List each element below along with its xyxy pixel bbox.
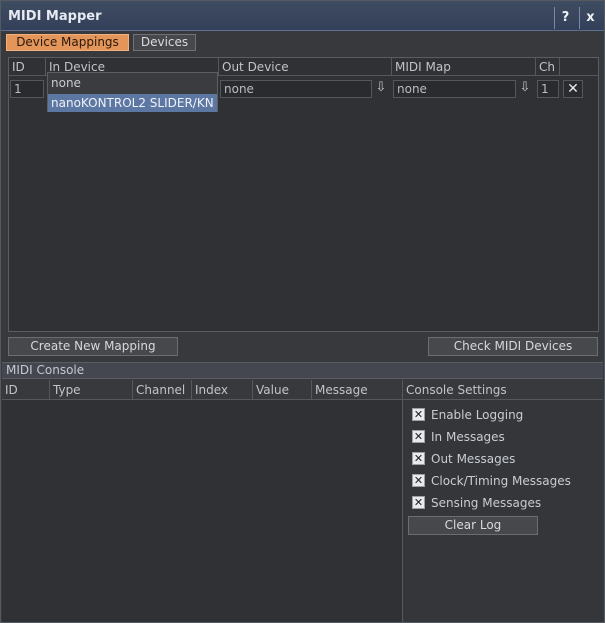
help-button[interactable]: ? <box>554 7 576 29</box>
console-column-index: Index <box>192 380 253 400</box>
out-messages-label: Out Messages <box>431 452 516 466</box>
midi-console-header: MIDI Console <box>2 362 603 379</box>
column-header-midi-map: MIDI Map <box>392 58 536 76</box>
console-column-channel: Channel <box>133 380 192 400</box>
clear-log-button[interactable]: Clear Log <box>408 516 538 535</box>
console-settings-panel: ✕ Enable Logging ✕ In Messages ✕ Out Mes… <box>404 400 603 622</box>
dropdown-option-nanokontrol2[interactable]: nanoKONTROL2 SLIDER/KN <box>48 94 217 112</box>
close-window-button[interactable]: x <box>579 7 601 29</box>
out-messages-checkbox[interactable]: ✕ <box>412 452 425 465</box>
out-device-down-arrow-icon[interactable]: ⇩ <box>372 80 390 98</box>
channel-field[interactable]: 1 <box>537 80 559 98</box>
check-midi-devices-button[interactable]: Check MIDI Devices <box>428 337 598 356</box>
sensing-messages-label: Sensing Messages <box>431 496 542 510</box>
tab-device-mappings[interactable]: Device Mappings <box>6 34 129 51</box>
sensing-messages-checkbox[interactable]: ✕ <box>412 496 425 509</box>
column-header-id: ID <box>9 58 46 76</box>
enable-logging-label: Enable Logging <box>431 408 524 422</box>
mappings-panel: ID In Device Out Device MIDI Map Ch 1 no… <box>8 57 599 332</box>
column-header-out-device: Out Device <box>219 58 392 76</box>
midi-mapper-window: MIDI Mapper ? x Device Mappings Devices … <box>0 0 605 623</box>
column-header-channel: Ch <box>536 58 560 76</box>
enable-logging-checkbox[interactable]: ✕ <box>412 408 425 421</box>
console-settings-title: Console Settings <box>403 380 603 400</box>
clock-timing-messages-label: Clock/Timing Messages <box>431 474 571 488</box>
console-column-value: Value <box>253 380 312 400</box>
console-column-message: Message <box>312 380 403 400</box>
in-messages-label: In Messages <box>431 430 505 444</box>
column-header-spacer <box>560 58 598 76</box>
midi-map-select[interactable]: none <box>393 80 516 98</box>
midi-map-down-arrow-icon[interactable]: ⇩ <box>516 80 534 98</box>
in-device-dropdown[interactable]: none nanoKONTROL2 SLIDER/KN <box>47 72 218 112</box>
out-device-select[interactable]: none <box>220 80 372 98</box>
console-column-id: ID <box>2 380 50 400</box>
create-new-mapping-button[interactable]: Create New Mapping <box>8 337 178 356</box>
in-messages-checkbox[interactable]: ✕ <box>412 430 425 443</box>
clock-timing-messages-checkbox[interactable]: ✕ <box>412 474 425 487</box>
midi-log-area[interactable] <box>2 400 403 622</box>
tab-devices[interactable]: Devices <box>133 34 196 51</box>
dropdown-option-none[interactable]: none <box>48 74 217 92</box>
console-column-type: Type <box>50 380 133 400</box>
window-title: MIDI Mapper <box>8 9 102 24</box>
mapping-id-field[interactable]: 1 <box>10 80 44 98</box>
delete-mapping-close-icon[interactable]: ✕ <box>563 80 583 98</box>
title-bar[interactable]: MIDI Mapper ? x <box>1 1 604 31</box>
